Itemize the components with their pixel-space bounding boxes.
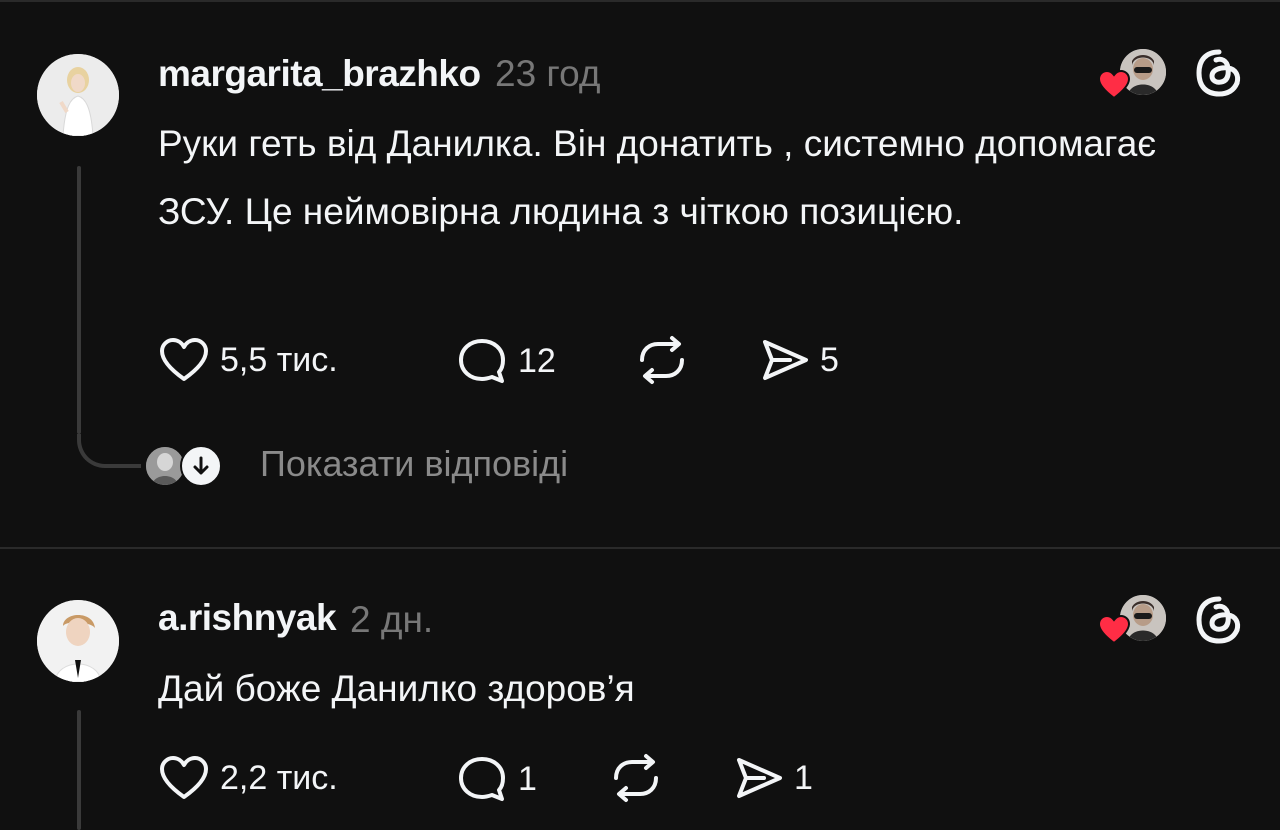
repost-icon: [640, 336, 684, 384]
reply-button[interactable]: 1: [456, 755, 537, 803]
thread-line: [77, 166, 81, 434]
heart-badge-icon: [1098, 70, 1130, 100]
repost-button[interactable]: [634, 334, 690, 386]
like-count: 5,5 тис.: [220, 340, 338, 379]
like-button[interactable]: 5,5 тис.: [158, 337, 338, 383]
heart-icon: [160, 338, 208, 381]
post-item: margarita_brazhko 23 год Руки геть від Д…: [0, 0, 1280, 548]
share-icon: [737, 758, 782, 798]
comment-icon: [459, 339, 505, 383]
share-button[interactable]: 1: [734, 755, 813, 801]
share-button[interactable]: 5: [760, 337, 839, 383]
thread-curve: [77, 434, 141, 468]
heart-badge-icon: [1098, 615, 1130, 645]
username[interactable]: margarita_brazhko: [158, 53, 481, 95]
arrow-down-icon: [193, 456, 209, 475]
comment-icon: [459, 757, 505, 801]
like-button[interactable]: 2,2 тис.: [158, 755, 338, 801]
heart-icon: [160, 756, 208, 799]
share-count: 5: [820, 340, 839, 379]
like-count: 2,2 тис.: [220, 758, 338, 797]
post-text: Руки геть від Данилка. Він донатить , си…: [158, 123, 1157, 232]
username[interactable]: a.rishnyak: [158, 597, 337, 639]
post-item: a.rishnyak 2 дн. Дай боже Данилко здоров…: [0, 549, 1280, 830]
timestamp: 23 год: [495, 53, 601, 94]
share-icon: [763, 340, 808, 380]
avatar[interactable]: [37, 54, 119, 136]
repost-icon: [614, 754, 658, 802]
threads-logo-icon[interactable]: [1194, 48, 1244, 98]
reply-button[interactable]: 12: [456, 337, 556, 385]
reply-count: 1: [518, 759, 537, 798]
avatar[interactable]: [37, 600, 119, 682]
share-count: 1: [794, 758, 813, 797]
reply-count: 12: [518, 341, 556, 380]
thread-line: [77, 710, 81, 830]
timestamp: 2 дн.: [350, 599, 434, 640]
threads-logo-icon[interactable]: [1194, 595, 1244, 645]
repost-button[interactable]: [608, 752, 664, 804]
post-text: Дай боже Данилко здоров’я: [158, 668, 635, 709]
show-replies-link[interactable]: Показати відповіді: [260, 443, 568, 485]
show-replies-arrow[interactable]: [180, 445, 222, 487]
